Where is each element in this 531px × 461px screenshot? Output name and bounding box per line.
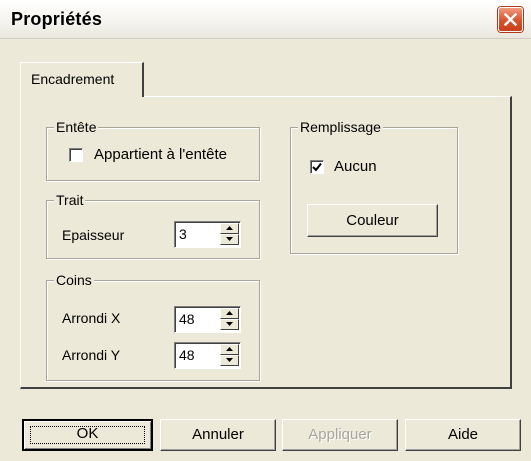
arrondi-y-value[interactable]: 48 <box>179 347 195 363</box>
arrondi-x-label: Arrondi X <box>62 310 121 326</box>
arrow-down-icon <box>226 358 233 362</box>
arrondi-x-value[interactable]: 48 <box>179 311 195 327</box>
appliquer-button-label: Appliquer <box>308 426 372 443</box>
tab-encadrement-label: Encadrement <box>31 71 115 87</box>
arrondi-y-spinner[interactable]: 48 <box>174 342 241 369</box>
arrondi-x-up-button[interactable] <box>220 308 239 319</box>
appartient-entete-label[interactable]: Appartient à l'entête <box>94 146 227 163</box>
couleur-button-label: Couleur <box>346 212 399 229</box>
title-bar[interactable]: Propriétés <box>0 0 531 39</box>
couleur-button[interactable]: Couleur <box>307 204 438 237</box>
group-coins-label: Coins <box>54 271 94 289</box>
close-button[interactable] <box>498 7 523 32</box>
group-entete-label: Entête <box>54 118 99 136</box>
group-trait-label: Trait <box>54 191 86 209</box>
aide-button-label: Aide <box>447 426 479 443</box>
aucun-checkbox[interactable] <box>310 160 324 174</box>
arrow-down-icon <box>226 322 233 326</box>
arrondi-y-label: Arrondi Y <box>62 347 121 363</box>
appliquer-button[interactable]: Appliquer <box>282 419 398 451</box>
arrondi-x-spinner[interactable]: 48 <box>174 306 241 333</box>
epaisseur-value[interactable]: 3 <box>179 226 187 242</box>
focus-ring <box>30 426 145 444</box>
properties-dialog: Propriétés Encadrement Entête Appartient… <box>0 0 531 461</box>
close-icon <box>504 13 517 26</box>
ok-button[interactable]: OK <box>22 419 153 451</box>
arrow-down-icon <box>226 237 233 241</box>
arrow-up-icon <box>226 311 233 315</box>
annuler-button[interactable]: Annuler <box>160 419 276 451</box>
appartient-entete-checkbox[interactable] <box>69 148 83 162</box>
epaisseur-up-button[interactable] <box>220 223 239 234</box>
arrow-up-icon <box>226 226 233 230</box>
group-remplissage-label: Remplissage <box>298 118 383 136</box>
tab-encadrement[interactable]: Encadrement <box>20 62 144 97</box>
epaisseur-spinner[interactable]: 3 <box>174 221 241 248</box>
arrow-up-icon <box>226 347 233 351</box>
arrondi-y-down-button[interactable] <box>220 355 239 366</box>
aide-button[interactable]: Aide <box>405 419 521 451</box>
window-title: Propriétés <box>11 9 103 29</box>
aucun-label[interactable]: Aucun <box>334 158 377 175</box>
checkmark-icon <box>312 162 322 172</box>
epaisseur-label: Epaisseur <box>62 227 125 243</box>
arrondi-x-down-button[interactable] <box>220 319 239 330</box>
annuler-button-label: Annuler <box>192 426 244 443</box>
epaisseur-down-button[interactable] <box>220 234 239 245</box>
arrondi-y-up-button[interactable] <box>220 344 239 355</box>
